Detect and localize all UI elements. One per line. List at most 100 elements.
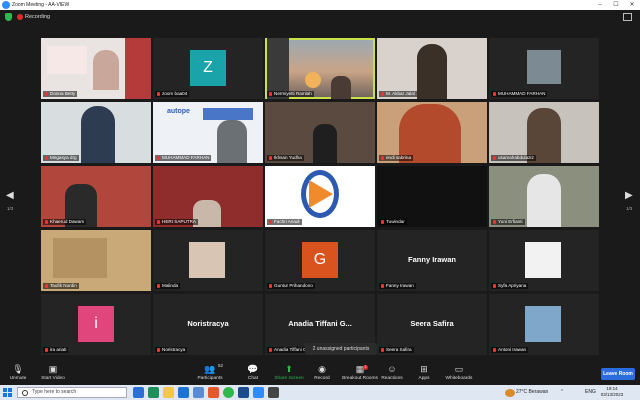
record-button[interactable]: ◉ Record [304, 364, 340, 383]
office-app-icon[interactable] [208, 387, 219, 398]
chat-button[interactable]: 💬 Chat [235, 364, 271, 383]
weather-text[interactable]: 27°C Berawan [516, 388, 548, 397]
profile-photo [525, 306, 561, 342]
participant-tile-active-speaker[interactable]: Nermiyetti Ramlah [265, 38, 375, 99]
participant-avatar: Z [190, 50, 226, 86]
participant-tile[interactable]: M. Akbar Jalal [377, 38, 487, 99]
reactions-label: Reactions [381, 376, 403, 381]
store-app-icon[interactable] [178, 387, 189, 398]
background-image [125, 38, 151, 99]
taskbar-search-input[interactable]: Type here to search [17, 387, 127, 398]
task-view-icon[interactable] [148, 387, 159, 398]
app-icon[interactable] [268, 387, 279, 398]
start-video-button[interactable]: ▣ Start Video [35, 364, 71, 383]
chat-label: Chat [247, 376, 259, 381]
windows-start-icon[interactable] [3, 388, 12, 397]
slide-image [47, 46, 87, 74]
participant-tile[interactable]: Taufik Nurdin [41, 230, 151, 291]
participant-video [527, 174, 561, 227]
share-screen-icon: ⬆ [285, 364, 293, 374]
zoom-taskbar-icon[interactable] [253, 387, 264, 398]
whiteboards-button[interactable]: ▭ Whiteboards [439, 364, 479, 383]
participant-tile[interactable]: Yuni Erfianti [489, 166, 599, 227]
start-video-label: Start Video [41, 376, 65, 381]
apps-button[interactable]: ⊞ Apps [406, 364, 442, 383]
reactions-button[interactable]: ☺ Reactions [374, 364, 410, 383]
participant-tile[interactable]: usamahabdulaziz [489, 102, 599, 163]
participant-tile[interactable]: Fanny Irawan Fanny Irawan [377, 230, 487, 291]
participant-tile[interactable]: i ira ariati [41, 294, 151, 355]
reactions-icon: ☺ [387, 364, 397, 374]
participant-tile[interactable]: Noristracya Noristracya [153, 294, 263, 355]
prev-page-arrow-icon[interactable]: ◀ [6, 190, 14, 201]
participant-tile[interactable]: Tuwindar [377, 166, 487, 227]
whiteboards-label: Whiteboards [445, 376, 473, 381]
chrome-app-icon[interactable] [223, 387, 234, 398]
whiteboard-icon: ▭ [454, 364, 464, 374]
windows-taskbar: Type here to search 27°C Berawan ⌃ ENG 1… [0, 385, 640, 400]
participant-tile[interactable]: Megasya drg [41, 102, 151, 163]
unmute-button[interactable]: 🎙 Unmute [0, 364, 36, 383]
participant-avatar: i [78, 306, 114, 342]
minimize-button[interactable]: – [592, 0, 608, 10]
view-grid-icon[interactable] [623, 13, 632, 21]
search-placeholder: Type here to search [32, 389, 77, 395]
window-titlebar: Zoom Meeting - AA-VIEW – ☐ ✕ [0, 0, 640, 10]
participant-tile[interactable]: G Guntur Prihandono [265, 230, 375, 291]
participant-video [417, 44, 447, 99]
participant-tile[interactable]: Seera Safira Seera Safira [377, 294, 487, 355]
app-icon[interactable] [238, 387, 249, 398]
participant-tile[interactable]: autope MUHAMMAD FARHAN [153, 102, 263, 163]
breakout-badge: 2 [363, 365, 368, 370]
share-screen-button[interactable]: ⬆ Share Screen [271, 364, 307, 383]
search-icon [22, 390, 28, 396]
encryption-shield-icon[interactable] [5, 13, 12, 21]
participant-tile[interactable]: MUHAMMAD FARHAN [489, 38, 599, 99]
file-explorer-icon[interactable] [163, 387, 174, 398]
participant-tile[interactable]: endi sabrina [377, 102, 487, 163]
meeting-info-bar: Recording [0, 10, 640, 24]
mail-app-icon[interactable] [193, 387, 204, 398]
apps-icon: ⊞ [420, 364, 428, 374]
participant-name: MUHAMMAD FARHAN [155, 155, 212, 161]
participant-tile[interactable]: Syfa Apriyana [489, 230, 599, 291]
unassigned-participants-tooltip[interactable]: 2 unassigned participants [305, 343, 377, 355]
participant-name: Megasya drg [43, 155, 79, 161]
participant-name: Taufik Nurdin [43, 283, 79, 289]
participant-name: Fanny Irawan [379, 283, 416, 289]
participant-name: Malinda [155, 283, 181, 289]
maximize-button[interactable]: ☐ [608, 0, 624, 10]
participants-count: 52 [218, 363, 224, 368]
participant-tile[interactable]: Malinda [153, 230, 263, 291]
microphone-muted-icon: 🎙 [12, 364, 24, 374]
page-indicator-right: 1/3 [626, 206, 633, 211]
participant-tile[interactable]: Donna Betty [41, 38, 151, 99]
participant-tile[interactable]: Fachri Ariadi [265, 166, 375, 227]
profile-photo [527, 50, 561, 84]
edge-app-icon[interactable] [133, 387, 144, 398]
participant-display-name: Fanny Irawan [408, 255, 456, 264]
taskbar-clock[interactable]: 19:14 03/13/2023 [597, 386, 627, 398]
participant-name: Seera Safira [379, 347, 414, 353]
participant-name: HERI SAPUTRA [155, 219, 198, 225]
window-title: Zoom Meeting - AA-VIEW [12, 2, 70, 8]
video-off-icon: ▣ [48, 364, 58, 374]
profile-photo [189, 242, 225, 278]
record-label: Record [314, 376, 330, 381]
participant-tile[interactable]: Khaerud Dawam [41, 166, 151, 227]
participant-tile[interactable]: Ikhsan Yudha [265, 102, 375, 163]
participant-tile[interactable]: Antoni Irawan [489, 294, 599, 355]
participant-tile[interactable]: Z zoom baa04 [153, 38, 263, 99]
clock-date: 03/13/2023 [600, 392, 624, 397]
language-indicator[interactable]: ENG [585, 388, 596, 397]
participant-name: Tuwindar [379, 219, 407, 225]
tray-chevron-icon[interactable]: ⌃ [560, 388, 564, 397]
participant-name: endi sabrina [379, 155, 414, 161]
next-page-arrow-icon[interactable]: ▶ [625, 190, 633, 201]
leave-room-button[interactable]: Leave Room [601, 368, 635, 380]
close-button[interactable]: ✕ [624, 0, 640, 10]
participant-video [331, 76, 351, 99]
participant-name: Ikhsan Yudha [267, 155, 304, 161]
share-screen-label: Share Screen [274, 376, 304, 381]
participant-tile[interactable]: HERI SAPUTRA [153, 166, 263, 227]
